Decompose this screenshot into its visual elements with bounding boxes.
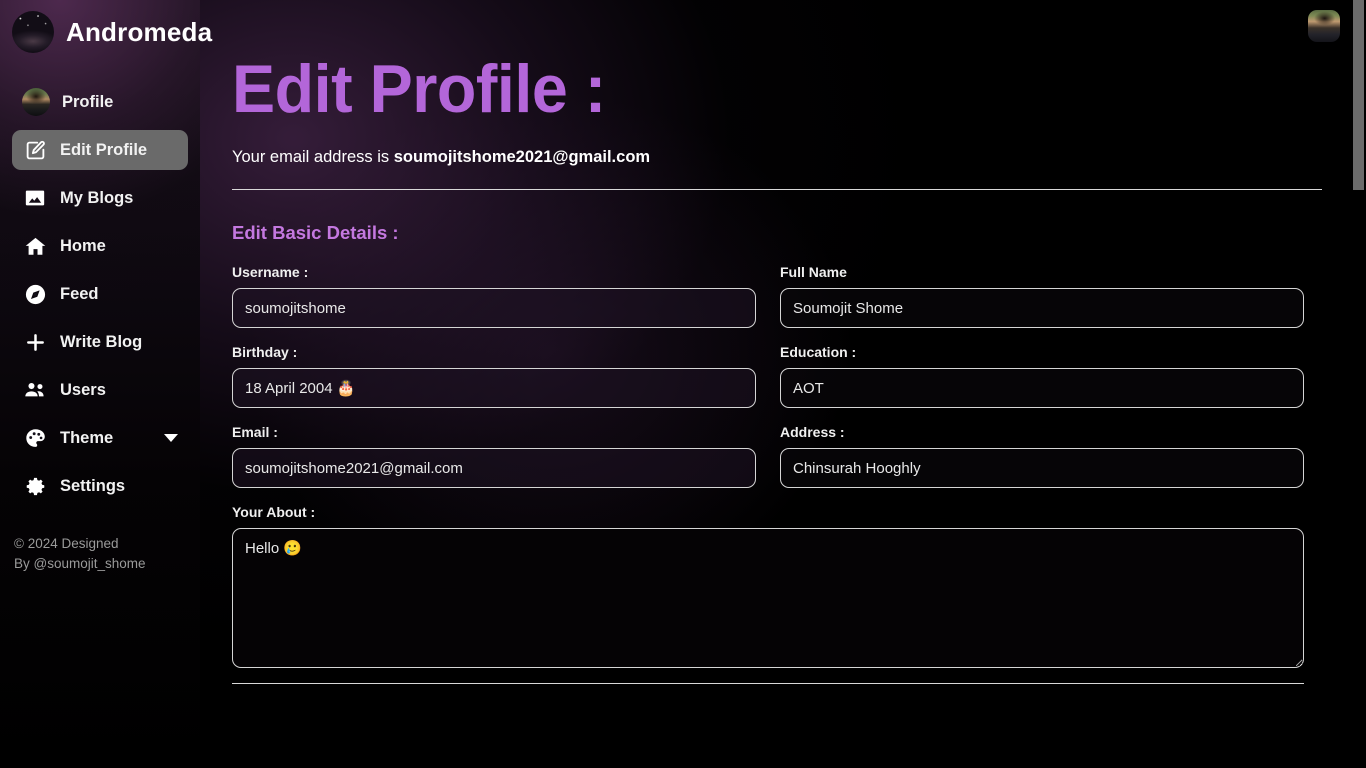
bottom-divider bbox=[232, 683, 1304, 684]
address-input[interactable] bbox=[780, 448, 1304, 488]
field-full-name: Full Name bbox=[780, 264, 1304, 328]
sidebar-item-label: My Blogs bbox=[60, 188, 134, 207]
email-input[interactable] bbox=[232, 448, 756, 488]
footer-line-1: © 2024 Designed bbox=[14, 536, 119, 551]
sidebar-item-profile[interactable]: Profile bbox=[12, 82, 188, 122]
sidebar-item-label: Users bbox=[60, 380, 106, 399]
field-education: Education : bbox=[780, 344, 1304, 408]
email-label: Email : bbox=[232, 424, 278, 440]
galaxy-photo-icon bbox=[12, 11, 54, 53]
sidebar-item-write-blog[interactable]: Write Blog bbox=[12, 322, 188, 362]
about-textarea[interactable] bbox=[232, 528, 1304, 668]
image-icon bbox=[22, 186, 48, 210]
sidebar-item-settings[interactable]: Settings bbox=[12, 466, 188, 506]
sidebar-nav: Profile Edit Profile My Blogs Home Feed … bbox=[0, 82, 200, 514]
section-title: Edit Basic Details : bbox=[232, 222, 399, 243]
sidebar-item-label: Profile bbox=[62, 92, 114, 111]
email-address-value: soumojitshome2021@gmail.com bbox=[393, 148, 651, 166]
field-email: Email : bbox=[232, 424, 756, 488]
chevron-down-icon[interactable] bbox=[164, 434, 178, 442]
field-about: Your About : bbox=[232, 504, 1304, 668]
field-username: Username : bbox=[232, 264, 756, 328]
sidebar-item-edit-profile[interactable]: Edit Profile bbox=[12, 130, 188, 170]
education-label: Education : bbox=[780, 344, 857, 360]
page-title: Edit Profile : bbox=[232, 51, 606, 127]
sidebar-item-home[interactable]: Home bbox=[12, 226, 188, 266]
birthday-label: Birthday : bbox=[232, 344, 298, 360]
email-address-line: Your email address is soumojitshome2021@… bbox=[232, 148, 1304, 167]
header-divider bbox=[232, 189, 1322, 190]
sidebar-item-label: Theme bbox=[60, 428, 114, 447]
brand-title: Andromeda bbox=[66, 16, 213, 47]
username-label: Username : bbox=[232, 264, 309, 280]
footer-line-2: By @soumojit_shome bbox=[14, 556, 146, 571]
people-group-icon bbox=[22, 378, 48, 402]
basic-details-form: Username : Full Name Birthday : Educatio… bbox=[232, 264, 1312, 504]
sidebar-item-label: Write Blog bbox=[60, 332, 143, 351]
palette-icon bbox=[22, 426, 48, 450]
user-avatar-photo-icon bbox=[22, 88, 50, 116]
about-label: Your About : bbox=[232, 504, 316, 520]
brand[interactable]: Andromeda bbox=[0, 0, 212, 56]
field-birthday: Birthday : bbox=[232, 344, 756, 408]
education-input[interactable] bbox=[780, 368, 1304, 408]
compass-icon bbox=[22, 282, 48, 306]
field-address: Address : bbox=[780, 424, 1304, 488]
sidebar-item-my-blogs[interactable]: My Blogs bbox=[12, 178, 188, 218]
house-icon bbox=[22, 234, 48, 258]
sidebar-item-label: Feed bbox=[60, 284, 99, 303]
sidebar-item-label: Edit Profile bbox=[60, 140, 148, 159]
sidebar-item-feed[interactable]: Feed bbox=[12, 274, 188, 314]
gear-icon bbox=[22, 474, 48, 498]
sidebar: Andromeda Profile Edit Profile My Blogs … bbox=[0, 0, 212, 768]
address-label: Address : bbox=[780, 424, 845, 440]
sidebar-item-theme[interactable]: Theme bbox=[12, 418, 188, 458]
pencil-square-icon bbox=[22, 138, 48, 162]
topbar bbox=[200, 0, 1366, 52]
full-name-input[interactable] bbox=[780, 288, 1304, 328]
email-prefix-text: Your email address is bbox=[232, 148, 394, 166]
scrollbar-thumb[interactable] bbox=[1353, 0, 1364, 190]
username-input[interactable] bbox=[232, 288, 756, 328]
vertical-scrollbar[interactable] bbox=[1351, 0, 1366, 768]
plus-icon bbox=[22, 330, 48, 354]
sidebar-item-users[interactable]: Users bbox=[12, 370, 188, 410]
app-root: Andromeda Profile Edit Profile My Blogs … bbox=[0, 0, 1366, 768]
birthday-input[interactable] bbox=[232, 368, 756, 408]
sidebar-item-label: Home bbox=[60, 236, 106, 255]
edit-profile-panel: Edit Profile : Your email address is sou… bbox=[200, 0, 1350, 684]
full-name-label: Full Name bbox=[780, 264, 847, 280]
topbar-avatar[interactable] bbox=[1308, 10, 1340, 42]
sidebar-footer: © 2024 Designed By @soumojit_shome bbox=[0, 534, 200, 574]
sidebar-item-label: Settings bbox=[60, 476, 126, 495]
main-content: Edit Profile : Your email address is sou… bbox=[200, 0, 1366, 768]
